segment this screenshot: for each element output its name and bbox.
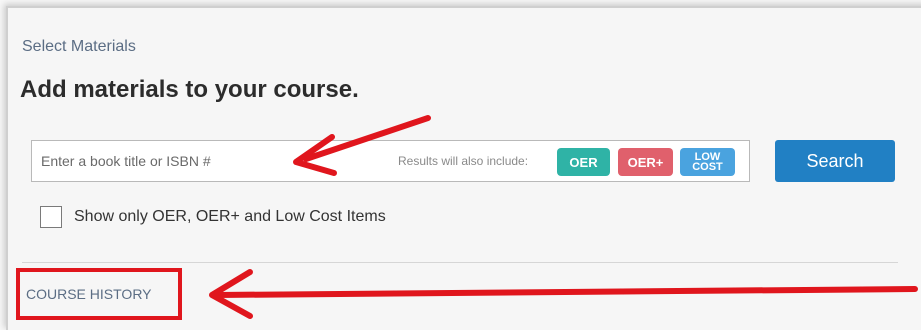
search-box: Results will also include: OER OER+ LOW … bbox=[31, 140, 750, 182]
low-cost-badge: LOW COST bbox=[680, 148, 735, 176]
oer-plus-badge-label: OER+ bbox=[627, 154, 664, 170]
low-cost-badge-line2: COST bbox=[692, 161, 723, 173]
section-divider bbox=[22, 262, 898, 263]
oer-plus-badge: OER+ bbox=[618, 148, 673, 176]
oer-filter-label[interactable]: Show only OER, OER+ and Low Cost Items bbox=[74, 208, 386, 226]
page-title: Add materials to your course. bbox=[20, 76, 359, 103]
course-history-link[interactable]: COURSE HISTORY bbox=[16, 268, 182, 320]
oer-filter-row[interactable]: Show only OER, OER+ and Low Cost Items bbox=[40, 206, 386, 228]
oer-badge: OER bbox=[557, 148, 610, 176]
book-search-input[interactable] bbox=[32, 141, 342, 181]
results-note: Results will also include: bbox=[398, 154, 529, 168]
search-button[interactable]: Search bbox=[775, 140, 895, 182]
oer-filter-checkbox[interactable] bbox=[40, 206, 62, 228]
section-label: Select Materials bbox=[22, 38, 136, 55]
oer-badge-label: OER bbox=[569, 154, 598, 170]
course-history-label[interactable]: COURSE HISTORY bbox=[26, 286, 152, 302]
